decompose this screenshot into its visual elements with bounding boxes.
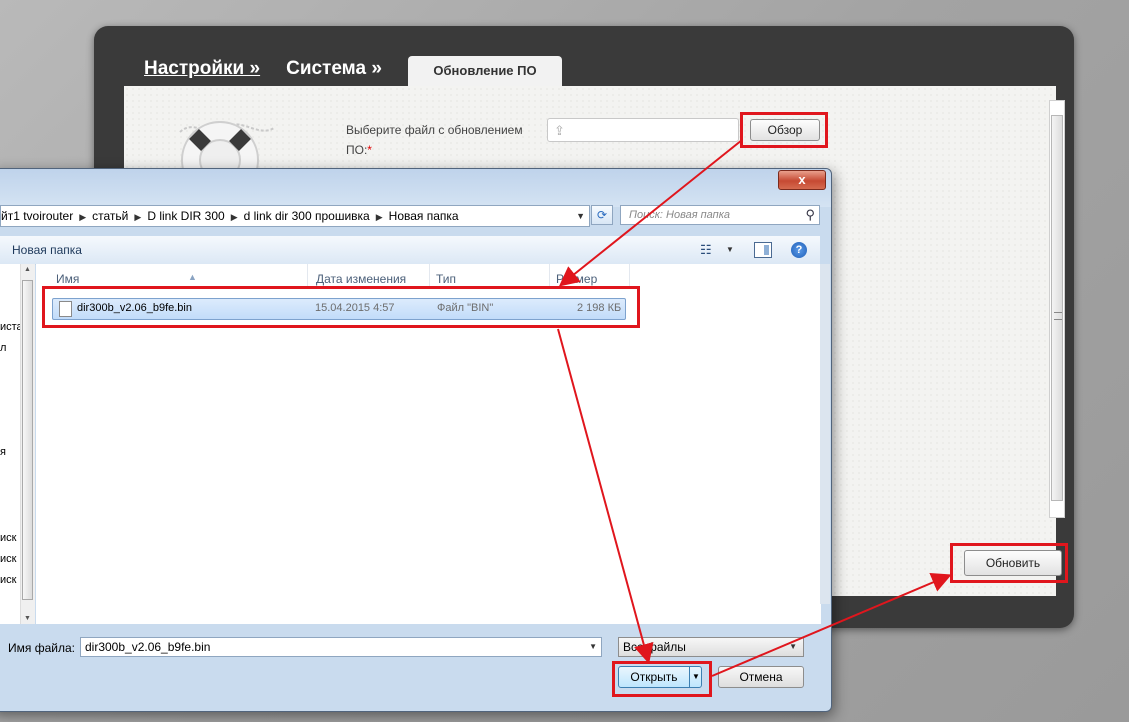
filetype-dropdown-icon[interactable]: ▼ bbox=[789, 638, 797, 656]
firmware-file-input[interactable]: ⇪ bbox=[547, 118, 739, 142]
file-date: 15.04.2015 4:57 bbox=[315, 302, 395, 314]
sort-ascending-icon: ▲ bbox=[188, 272, 197, 282]
file-row[interactable]: dir300b_v2.06_b9fe.bin 15.04.2015 4:57 Ф… bbox=[52, 298, 626, 320]
file-name[interactable]: dir300b_v2.06_b9fe.bin bbox=[77, 302, 192, 314]
address-dropdown-icon[interactable]: ▼ bbox=[576, 206, 585, 226]
upload-icon: ⇪ bbox=[554, 123, 565, 138]
view-dropdown-icon[interactable]: ▼ bbox=[726, 245, 734, 254]
address-segment[interactable]: D link DIR 300 bbox=[147, 209, 224, 223]
dialog-toolbar: Новая папка ☷ ▼ ? bbox=[0, 236, 820, 265]
firmware-file-label: Выберите файл с обновлением ПО:* bbox=[346, 120, 536, 160]
firmware-file-label-text: Выберите файл с обновлением ПО: bbox=[346, 123, 523, 157]
nav-scrollbar[interactable]: ▲ ▼ bbox=[20, 264, 35, 624]
filename-label: Имя файла: bbox=[8, 641, 75, 655]
breadcrumb: Настройки » Система » bbox=[144, 58, 382, 80]
cancel-button[interactable]: Отмена bbox=[718, 666, 804, 688]
file-list: Имя ▲ Дата изменения Тип Размер dir300b_… bbox=[36, 264, 821, 624]
nav-scroll-thumb[interactable] bbox=[22, 280, 33, 600]
filetype-value: Все файлы bbox=[623, 640, 686, 654]
search-icon[interactable]: ⚲ bbox=[805, 207, 815, 223]
required-mark: * bbox=[367, 143, 372, 157]
nav-item[interactable]: иск bbox=[0, 532, 16, 544]
search-input[interactable]: Поиск: Новая папка ⚲ bbox=[620, 205, 820, 225]
address-segment[interactable]: йт1 tvoirouter bbox=[1, 209, 73, 223]
router-scroll-thumb[interactable] bbox=[1051, 115, 1063, 501]
file-size: 2 198 КБ bbox=[577, 302, 622, 314]
update-button[interactable]: Обновить bbox=[964, 550, 1062, 576]
browse-button[interactable]: Обзор bbox=[750, 119, 820, 141]
column-header-name[interactable]: Имя ▲ bbox=[50, 264, 308, 288]
column-header-date[interactable]: Дата изменения bbox=[310, 264, 430, 288]
open-button-label[interactable]: Открыть bbox=[619, 667, 689, 687]
nav-item[interactable]: иск bbox=[0, 553, 16, 565]
address-segment[interactable]: d link dir 300 прошивка bbox=[244, 209, 370, 223]
filename-value[interactable]: dir300b_v2.06_b9fe.bin bbox=[85, 640, 210, 654]
open-split-dropdown-icon[interactable]: ▼ bbox=[689, 667, 702, 687]
nav-item[interactable]: я bbox=[0, 446, 6, 458]
filename-field[interactable]: dir300b_v2.06_b9fe.bin ▼ bbox=[80, 637, 602, 657]
column-header-size[interactable]: Размер bbox=[550, 264, 630, 288]
address-segment[interactable]: Новая папка bbox=[389, 209, 459, 223]
breadcrumb-settings-link[interactable]: Настройки » bbox=[144, 58, 260, 80]
breadcrumb-system[interactable]: Система » bbox=[286, 58, 382, 80]
open-button[interactable]: Открыть ▼ bbox=[618, 666, 702, 688]
address-bar[interactable]: йт1 tvoirouter ▶ статьй ▶ D link DIR 300 ▶ d l… bbox=[0, 205, 590, 227]
refresh-button[interactable]: ⟳ bbox=[591, 205, 613, 225]
dialog-scrollbar[interactable] bbox=[820, 264, 830, 604]
new-folder-button[interactable]: Новая папка bbox=[12, 243, 82, 257]
scroll-down-icon[interactable]: ▼ bbox=[24, 615, 31, 622]
dialog-close-button[interactable]: x bbox=[778, 170, 826, 190]
filename-dropdown-icon[interactable]: ▼ bbox=[589, 638, 597, 656]
refresh-icon: ⟳ bbox=[596, 208, 608, 222]
tab-firmware-update[interactable]: Обновление ПО bbox=[408, 56, 562, 88]
preview-pane-icon[interactable] bbox=[754, 242, 772, 258]
column-name-label: Имя bbox=[56, 272, 80, 286]
file-icon bbox=[59, 301, 72, 317]
file-type: Файл "BIN" bbox=[437, 302, 494, 314]
address-arrow-icon[interactable]: ▶ bbox=[376, 212, 383, 222]
router-scrollbar[interactable] bbox=[1049, 100, 1065, 518]
column-header-type[interactable]: Тип bbox=[430, 264, 550, 288]
filetype-select[interactable]: Все файлы ▼ bbox=[618, 637, 804, 657]
nav-item[interactable]: л bbox=[0, 342, 6, 354]
nav-item[interactable]: иск bbox=[0, 574, 16, 586]
address-arrow-icon[interactable]: ▶ bbox=[231, 212, 238, 222]
view-options-icon[interactable]: ☷ bbox=[700, 242, 712, 258]
address-arrow-icon[interactable]: ▶ bbox=[134, 212, 141, 222]
scroll-up-icon[interactable]: ▲ bbox=[24, 266, 31, 273]
address-segment[interactable]: статьй bbox=[92, 209, 128, 223]
address-arrow-icon[interactable]: ▶ bbox=[79, 212, 86, 222]
help-icon[interactable]: ? bbox=[791, 242, 807, 258]
search-placeholder: Поиск: Новая папка bbox=[629, 209, 731, 221]
